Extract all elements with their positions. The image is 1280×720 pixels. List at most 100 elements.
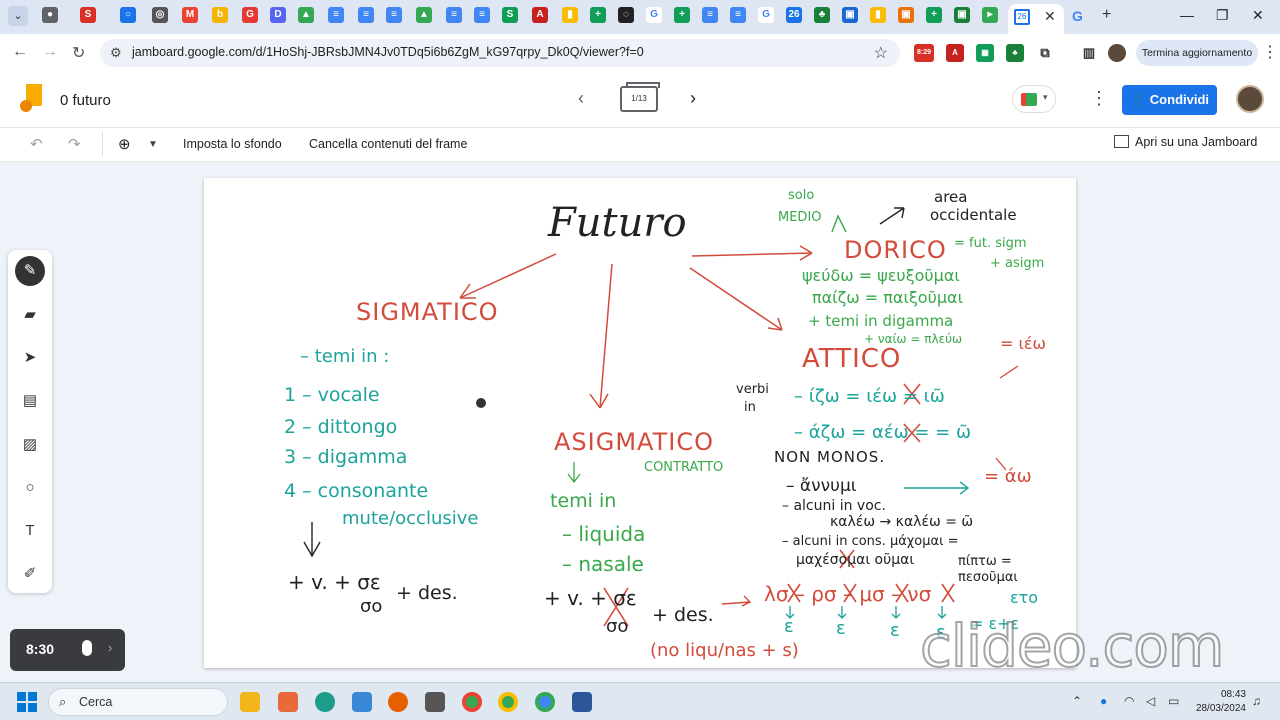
update-browser-button[interactable]: Termina aggiornamento: [1136, 40, 1258, 66]
forward-arrow-icon[interactable]: →: [42, 43, 58, 61]
tab-favicon-black[interactable]: ◌: [618, 7, 634, 23]
firefox-icon[interactable]: [388, 692, 408, 712]
side-panel-icon[interactable]: ▥: [1080, 44, 1098, 62]
wifi-icon[interactable]: ◠: [1124, 694, 1134, 708]
whiteboard-frame[interactable]: Futuro SIGMATICO – temi in : 1 – vocale …: [204, 178, 1076, 668]
chevron-right-icon[interactable]: ›: [108, 640, 112, 655]
file-explorer-icon[interactable]: [240, 692, 260, 712]
tab-favicon-docs-4[interactable]: ≡: [446, 7, 462, 23]
new-tab-button[interactable]: +: [1102, 6, 1111, 24]
open-in-jamboard-button[interactable]: Apri su una Jamboard: [1114, 135, 1257, 149]
tab-favicon-docs-1[interactable]: ≡: [328, 7, 344, 23]
extension-sheets-icon[interactable]: ▦: [976, 44, 994, 62]
google-tab-icon[interactable]: G: [1072, 8, 1083, 24]
sticky-note-tool-icon[interactable]: ▤: [15, 386, 45, 416]
active-tab-jamboard[interactable]: 26 ✕: [1008, 4, 1064, 34]
tab-favicon-g-red[interactable]: G: [242, 7, 258, 23]
eraser-tool-icon[interactable]: ▰: [15, 300, 45, 330]
word-icon[interactable]: [572, 692, 592, 712]
select-tool-icon[interactable]: ➤: [15, 343, 45, 373]
frame-indicator[interactable]: 1/13: [620, 82, 660, 112]
tab-favicon-classroom[interactable]: ▣: [842, 7, 858, 23]
jamboard-logo[interactable]: [20, 84, 42, 114]
minimize-button[interactable]: —: [1180, 7, 1194, 23]
clear-frame-button[interactable]: Cancella contenuti del frame: [309, 137, 467, 151]
volume-icon[interactable]: ◁: [1146, 694, 1155, 708]
tab-favicon-yellow[interactable]: ▮: [562, 7, 578, 23]
tab-favicon-globe[interactable]: ●: [42, 7, 58, 23]
site-info-icon[interactable]: ⚙: [110, 45, 122, 61]
meet-button[interactable]: ▾: [1012, 85, 1056, 113]
set-background-button[interactable]: Imposta lo sfondo: [183, 137, 282, 151]
battery-icon[interactable]: ▭: [1168, 694, 1179, 708]
text-box-tool-icon[interactable]: T: [15, 516, 45, 546]
user-avatar[interactable]: [1236, 85, 1264, 113]
tab-favicon-docs-3[interactable]: ≡: [386, 7, 402, 23]
tab-favicon-meet[interactable]: ▸: [982, 7, 998, 23]
chrome-icon-3[interactable]: [535, 692, 555, 712]
tab-favicon-google[interactable]: G: [646, 7, 662, 23]
tab-favicon-classroom-2[interactable]: ▣: [954, 7, 970, 23]
tab-favicon-s[interactable]: S: [80, 7, 96, 23]
tray-overflow-icon[interactable]: ⌃: [1072, 694, 1082, 708]
tab-favicon-plus-3[interactable]: +: [926, 7, 942, 23]
shape-tool-icon[interactable]: ○: [15, 473, 45, 503]
tab-favicon-plus-green[interactable]: +: [590, 7, 606, 23]
tab-favicon-docs-5[interactable]: ≡: [474, 7, 490, 23]
previous-frame-chevron-icon[interactable]: ‹: [578, 88, 584, 109]
tab-favicon-google-2[interactable]: G: [758, 7, 774, 23]
document-title[interactable]: 0 futuro: [60, 92, 111, 109]
tab-favicon-docs-2[interactable]: ≡: [358, 7, 374, 23]
browser-menu-icon[interactable]: ⋮: [1262, 42, 1278, 62]
redo-icon[interactable]: ↷: [68, 135, 81, 153]
zoom-chevron-icon[interactable]: ▼: [148, 139, 158, 150]
close-window-button[interactable]: ✕: [1252, 7, 1264, 24]
reload-icon[interactable]: ↻: [72, 43, 85, 63]
chrome-icon-1[interactable]: [462, 692, 482, 712]
back-arrow-icon[interactable]: ←: [12, 43, 28, 61]
tab-favicon-docs-6[interactable]: ≡: [702, 7, 718, 23]
pen-tool-icon[interactable]: ✎: [15, 256, 45, 286]
chrome-icon-2[interactable]: [498, 692, 518, 712]
tab-favicon-circle[interactable]: ○: [120, 7, 136, 23]
tray-mic-icon[interactable]: ●: [1100, 694, 1107, 708]
tab-favicon-tree[interactable]: ♣: [814, 7, 830, 23]
tab-favicon-docs-7[interactable]: ≡: [730, 7, 746, 23]
store-icon[interactable]: [352, 692, 372, 712]
maximize-button[interactable]: ❐: [1216, 7, 1229, 24]
laser-tool-icon[interactable]: ✐: [15, 559, 45, 589]
image-tool-icon[interactable]: ▨: [15, 430, 45, 460]
tab-favicon-chrome[interactable]: ◎: [152, 7, 168, 23]
tab-favicon-calendar[interactable]: 26: [786, 7, 802, 23]
tab-favicon-bing[interactable]: b: [212, 7, 228, 23]
undo-icon[interactable]: ↶: [30, 135, 43, 153]
extension-timer-icon[interactable]: 8:29: [914, 44, 934, 62]
taskbar-clock[interactable]: 08:43 28/03/2024: [1190, 688, 1246, 716]
microphone-icon[interactable]: [82, 640, 92, 656]
tab-favicon-gmail[interactable]: M: [182, 7, 198, 23]
edge-icon[interactable]: [315, 692, 335, 712]
extension-tree-icon[interactable]: ♣: [1006, 44, 1024, 62]
bookmark-star-icon[interactable]: ☆: [874, 43, 888, 63]
tab-favicon-sites[interactable]: S: [502, 7, 518, 23]
media-app-icon[interactable]: [278, 692, 298, 712]
tab-favicon-drive[interactable]: ▲: [298, 7, 314, 23]
tab-favicon-drive-2[interactable]: ▲: [416, 7, 432, 23]
windows-start-icon[interactable]: [17, 692, 37, 712]
tab-favicon-pdf[interactable]: A: [532, 7, 548, 23]
url-text[interactable]: jamboard.google.com/d/1HoShj-JBRsbJMN4Jv…: [132, 45, 644, 59]
tab-favicon-orange[interactable]: ▣: [898, 7, 914, 23]
notification-bell-icon[interactable]: ♫: [1252, 694, 1261, 708]
screen-recorder-widget[interactable]: 8:30 ›: [10, 629, 125, 671]
profile-avatar-icon[interactable]: [1108, 44, 1126, 62]
tab-search-button[interactable]: ⌄: [8, 6, 28, 26]
next-frame-chevron-icon[interactable]: ›: [690, 88, 696, 109]
tab-favicon-discord[interactable]: D: [270, 7, 286, 23]
share-button[interactable]: 👤 Condividi: [1122, 85, 1217, 115]
extensions-puzzle-icon[interactable]: ⧉: [1036, 44, 1054, 62]
zoom-icon[interactable]: ⊕: [118, 135, 131, 153]
taskbar-search[interactable]: ⌕ Cerca: [48, 688, 228, 716]
camera-icon[interactable]: [425, 692, 445, 712]
more-options-icon[interactable]: ⋮: [1090, 88, 1108, 109]
close-tab-icon[interactable]: ✕: [1044, 8, 1056, 25]
